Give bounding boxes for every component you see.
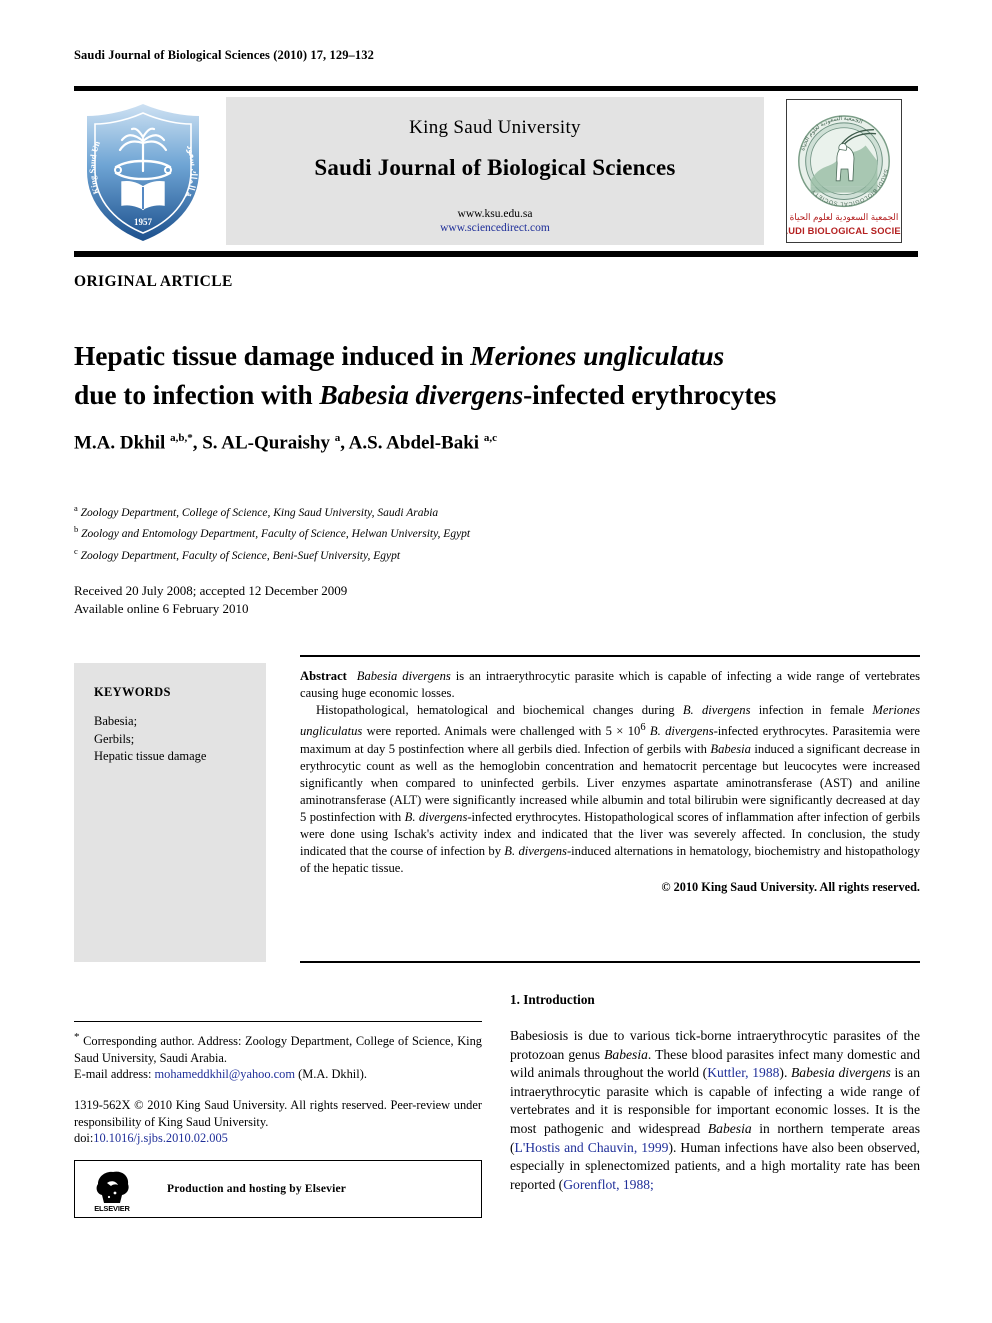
intro-i3: Babesia bbox=[707, 1120, 752, 1136]
abstract-p2-i5: B. divergens bbox=[404, 809, 468, 824]
affil-mark-c: c bbox=[74, 545, 78, 556]
keyword-item: Gerbils; bbox=[94, 731, 135, 746]
affil-mark-b: b bbox=[74, 524, 79, 535]
abstract-p2-s2: infection in female bbox=[750, 703, 873, 718]
keywords-list: Babesia; Gerbils; Hepatic tissue damage bbox=[94, 713, 266, 766]
abstract-block: Abstract Babesia divergens is an intraer… bbox=[300, 668, 920, 896]
affiliation-list: a Zoology Department, College of Science… bbox=[74, 500, 920, 564]
received-accepted-line: Received 20 July 2008; accepted 12 Decem… bbox=[74, 583, 348, 598]
affil-mark-a: a bbox=[74, 503, 78, 513]
king-saud-university-logo: 1957 King Saud University جامعة الملك سع… bbox=[70, 91, 212, 245]
banner-center-panel: King Saud University Saudi Journal of Bi… bbox=[226, 97, 764, 245]
available-online-line: Available online 6 February 2010 bbox=[74, 601, 249, 616]
author-1-name: M.A. Dkhil bbox=[74, 432, 171, 454]
keyword-item: Hepatic tissue damage bbox=[94, 749, 207, 763]
affil-text-a: Zoology Department, College of Science, … bbox=[80, 506, 439, 519]
abstract-p1-italic: Babesia divergens bbox=[356, 669, 451, 683]
abstract-p2-s1: Histopathological, hematological and bio… bbox=[316, 703, 683, 718]
affil-text-b: Zoology and Entomology Department, Facul… bbox=[81, 528, 471, 541]
keywords-heading: KEYWORDS bbox=[94, 685, 171, 699]
affiliation-item: a Zoology Department, College of Science… bbox=[74, 500, 920, 521]
title-line2-italic: Babesia divergens bbox=[319, 379, 524, 411]
keyword-item: Babesia; bbox=[94, 714, 138, 728]
corresponding-author-text: Corresponding author. Address: Zoology D… bbox=[74, 1034, 482, 1065]
abstract-copyright: © 2010 King Saud University. All rights … bbox=[661, 880, 920, 895]
abstract-p2-s3: were reported. Animals were challenged w… bbox=[362, 724, 641, 739]
abstract-p2-i4: Babesia bbox=[710, 741, 751, 756]
article-page: Saudi Journal of Biological Sciences (20… bbox=[0, 0, 992, 1323]
abstract-bottom-rule bbox=[300, 961, 920, 963]
author-1-affil-marks: a,b,* bbox=[170, 432, 193, 444]
svg-text:الجمعية السعودية لعلوم الحياة: الجمعية السعودية لعلوم الحياة bbox=[790, 212, 899, 223]
doi-link[interactable]: 10.1016/j.sjbs.2010.02.005 bbox=[93, 1131, 228, 1145]
saudi-biological-society-logo: الجمعية السعودية لعلوم الحياة SAUDI BIOL… bbox=[786, 99, 902, 243]
author-3-affil-marks: a,c bbox=[483, 432, 497, 444]
banner-bottom-rule bbox=[74, 251, 918, 257]
abstract-label: Abstract bbox=[300, 669, 347, 683]
author-3-name: , A.S. Abdel-Baki bbox=[340, 432, 484, 454]
intro-s3: ). bbox=[779, 1065, 791, 1081]
banner-top-rule bbox=[74, 86, 918, 91]
affil-text-c: Zoology Department, Faculty of Science, … bbox=[80, 549, 401, 562]
footnote-rule bbox=[74, 1021, 482, 1022]
abstract-p2-i6: B. divergens bbox=[504, 844, 567, 859]
running-head: Saudi Journal of Biological Sciences (20… bbox=[74, 48, 374, 62]
svg-text:ELSEVIER: ELSEVIER bbox=[94, 1204, 130, 1213]
intro-i1: Babesia bbox=[604, 1046, 648, 1062]
elsevier-tree-icon: ELSEVIER bbox=[89, 1167, 135, 1213]
banner-links: www.ksu.edu.sa www.sciencedirect.com bbox=[226, 207, 764, 235]
svg-text:SAUDI BIOLOGICAL SOCIETY: SAUDI BIOLOGICAL SOCIETY bbox=[787, 226, 901, 236]
corresponding-author-note: * Corresponding author. Address: Zoology… bbox=[74, 1029, 482, 1083]
affiliation-item: b Zoology and Entomology Department, Fac… bbox=[74, 521, 920, 542]
banner-publisher: King Saud University bbox=[409, 117, 581, 138]
abstract-paragraph-2: Histopathological, hematological and bio… bbox=[300, 702, 920, 877]
title-line2-plain: due to infection with bbox=[74, 379, 320, 411]
author-list: M.A. Dkhil a,b,*, S. AL-Quraishy a, A.S.… bbox=[74, 432, 920, 454]
abstract-p2-i1: B. divergens bbox=[682, 703, 751, 718]
svg-text:1957: 1957 bbox=[134, 217, 153, 227]
elsevier-hosting-box: ELSEVIER Production and hosting by Elsev… bbox=[74, 1160, 482, 1218]
title-line1-italic: Meriones ungliculatus bbox=[470, 340, 725, 372]
issn-copyright-note: 1319-562X © 2010 King Saud University. A… bbox=[74, 1097, 482, 1147]
keywords-box: KEYWORDS Babesia; Gerbils; Hepatic tissu… bbox=[74, 663, 266, 962]
article-history: Received 20 July 2008; accepted 12 Decem… bbox=[74, 582, 347, 618]
ksu-url: www.ksu.edu.sa bbox=[457, 208, 533, 220]
email-suffix: (M.A. Dkhil). bbox=[294, 1067, 367, 1082]
banner-body: 1957 King Saud University جامعة الملك سع… bbox=[70, 91, 918, 245]
affiliation-item: c Zoology Department, Faculty of Science… bbox=[74, 543, 920, 564]
section-heading-introduction: 1. Introduction bbox=[510, 992, 595, 1007]
title-line1-plain: Hepatic tissue damage induced in bbox=[74, 340, 471, 372]
abstract-p2-i3: B. divergens bbox=[649, 724, 714, 739]
elsevier-hosting-caption: Production and hosting by Elsevier bbox=[167, 1183, 347, 1195]
journal-banner: 1957 King Saud University جامعة الملك سع… bbox=[70, 86, 918, 257]
abstract-top-rule bbox=[300, 655, 920, 657]
banner-journal-title: Saudi Journal of Biological Sciences bbox=[314, 155, 676, 180]
author-2-name: , S. AL-Quraishy bbox=[192, 432, 335, 454]
citation-link[interactable]: Gorenflot, 1988; bbox=[563, 1177, 654, 1192]
doi-label: doi: bbox=[74, 1131, 94, 1146]
email-link[interactable]: mohameddkhil@yahoo.com bbox=[155, 1067, 295, 1081]
citation-link[interactable]: Kuttler, 1988 bbox=[707, 1065, 779, 1080]
email-label: E-mail address: bbox=[74, 1067, 155, 1082]
sciencedirect-url[interactable]: www.sciencedirect.com bbox=[226, 221, 764, 235]
citation-link[interactable]: L'Hostis and Chauvin, 1999 bbox=[515, 1140, 669, 1155]
intro-i2: Babesia divergens bbox=[791, 1065, 891, 1081]
abstract-p2-exponent: 6 bbox=[640, 722, 646, 734]
title-line2-tail: -infected erythrocytes bbox=[523, 379, 777, 411]
page-title: Hepatic tissue damage induced in Merione… bbox=[74, 336, 920, 414]
abstract-paragraph-1: Abstract Babesia divergens is an intraer… bbox=[300, 668, 920, 702]
introduction-paragraph: Babesiosis is due to various tick-borne … bbox=[510, 1027, 920, 1194]
issn-line: 1319-562X © 2010 King Saud University. A… bbox=[74, 1098, 482, 1129]
article-type-label: ORIGINAL ARTICLE bbox=[74, 273, 233, 290]
